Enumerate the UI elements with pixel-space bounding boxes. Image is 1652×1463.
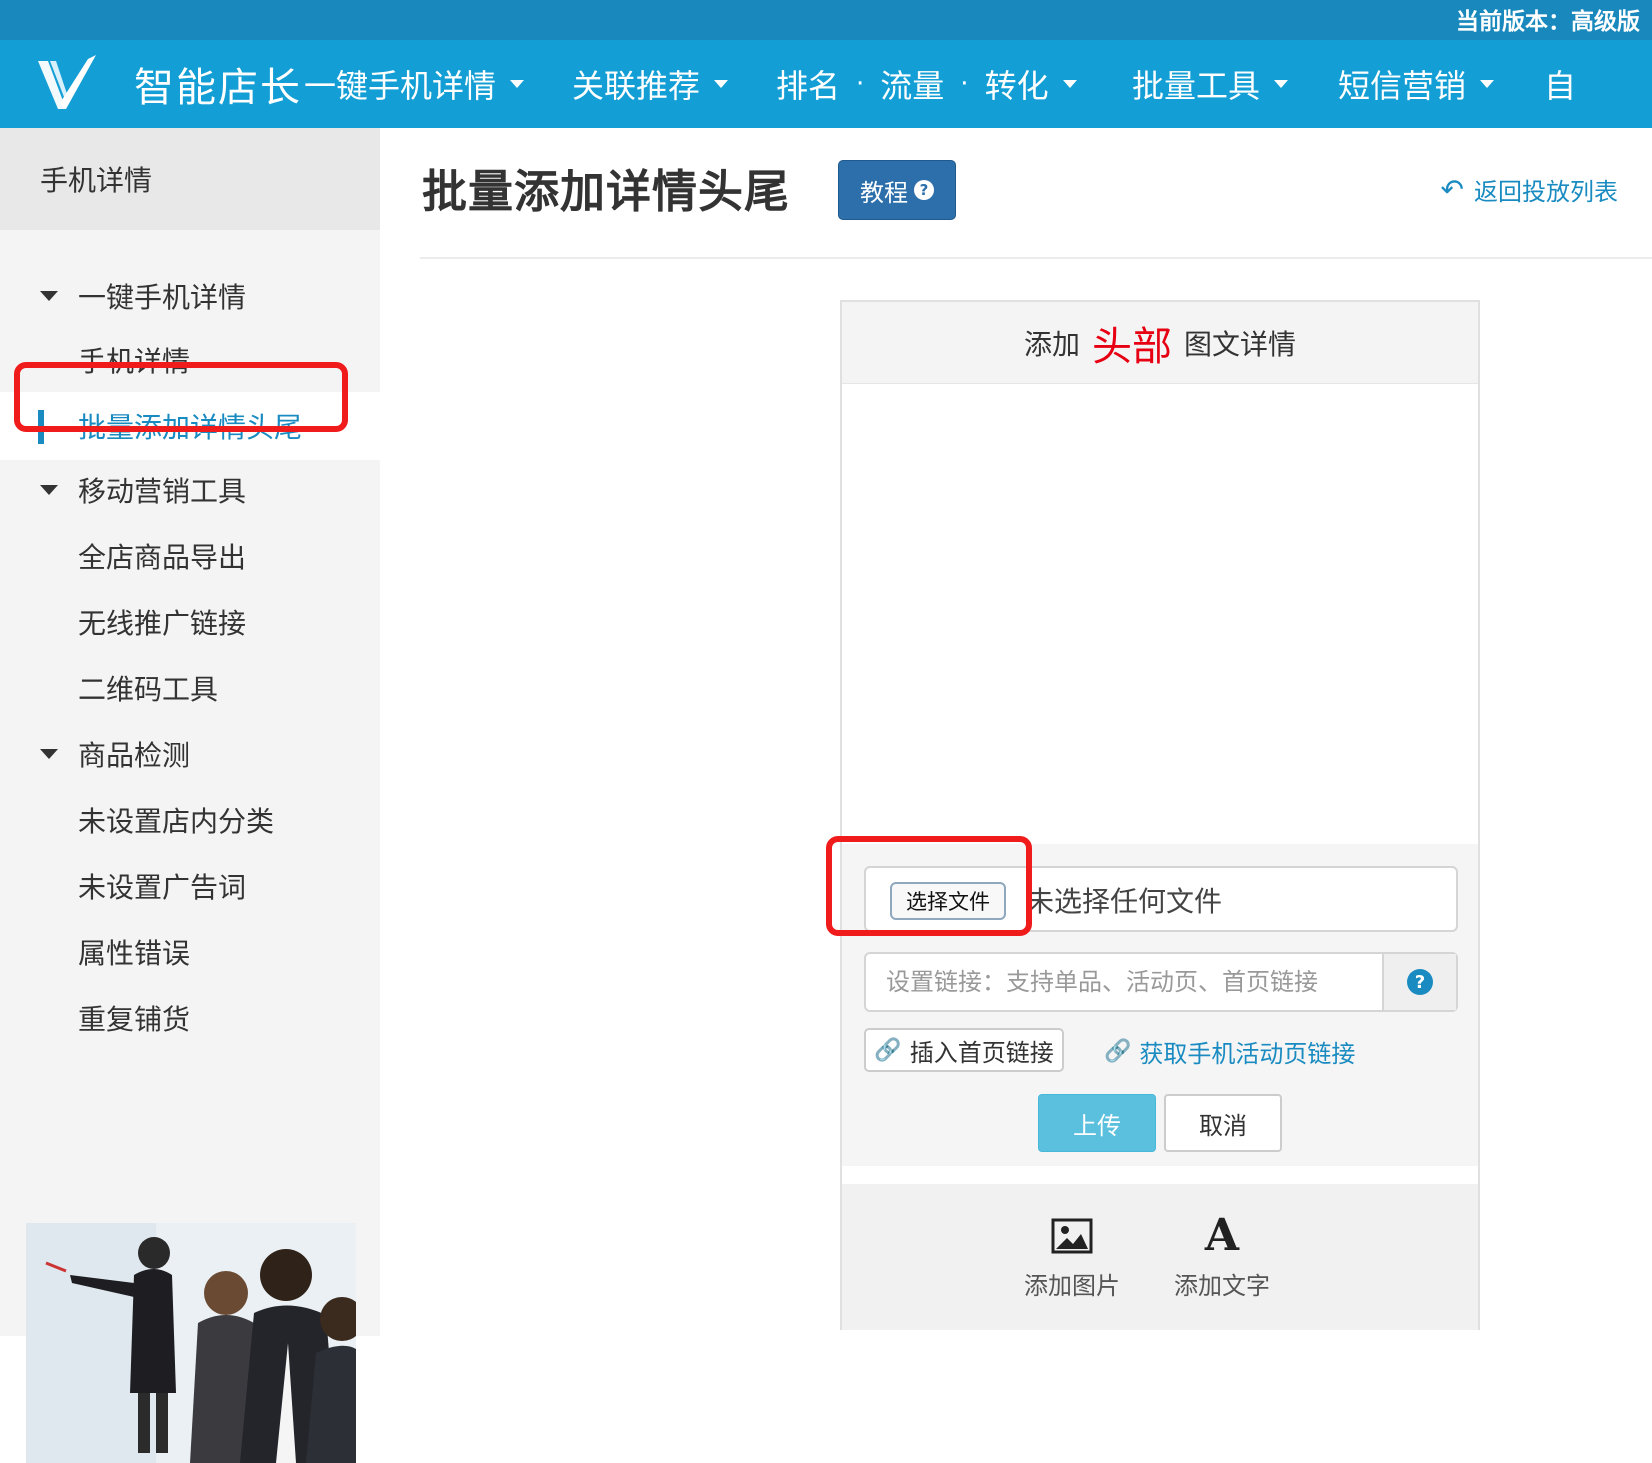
sidebar-item-label: 商品检测: [78, 739, 191, 772]
sidebar-item-wireless-promo-link[interactable]: 无线推广链接: [0, 588, 380, 656]
upload-button[interactable]: 上传: [1038, 1094, 1156, 1152]
add-content-toolbar: 添加图片 A 添加文字: [842, 1184, 1478, 1330]
insert-home-link-button[interactable]: 🔗 插入首页链接: [864, 1028, 1064, 1072]
add-image-button[interactable]: 添加图片: [1022, 1212, 1122, 1301]
tutorial-button[interactable]: 教程 ?: [838, 160, 956, 220]
back-link-label: 返回投放列表: [1474, 178, 1618, 206]
get-activity-link-label: 获取手机活动页链接: [1139, 1040, 1356, 1068]
panel-heading-prefix: 添加: [1023, 327, 1080, 361]
add-text-label: 添加文字: [1174, 1272, 1270, 1300]
nav-one-click-mobile-detail[interactable]: 一键手机详情: [304, 40, 525, 128]
sidebar-promo-image[interactable]: [26, 1223, 356, 1463]
font-icon: A: [1204, 1210, 1240, 1261]
nav-more-truncated[interactable]: 自: [1544, 40, 1576, 128]
caret-down-icon: [1274, 80, 1289, 88]
presentation-photo-icon: [26, 1223, 356, 1463]
sidebar-item-label: 无线推广链接: [78, 607, 247, 640]
nav-separator: ·: [960, 69, 969, 99]
sidebar-group-mobile-marketing[interactable]: 移动营销工具: [0, 456, 380, 524]
nav-sms-marketing[interactable]: 短信营销: [1338, 40, 1495, 128]
sidebar-item-label: 未设置店内分类: [78, 805, 275, 838]
top-strip: 当前版本：高级版: [0, 0, 1652, 40]
image-icon: [1022, 1212, 1122, 1260]
sidebar-item-export-products[interactable]: 全店商品导出: [0, 522, 380, 590]
sidebar-highlight-box: [14, 362, 348, 432]
nav-label: 自: [1544, 67, 1577, 105]
question-circle-icon: ?: [914, 180, 934, 200]
sidebar-item-no-ad-words[interactable]: 未设置广告词: [0, 852, 380, 920]
brand-name: 智能店长: [134, 65, 302, 111]
panel-heading-suffix: 图文详情: [1184, 327, 1297, 361]
panel-heading-emphasis: 头部: [1092, 323, 1172, 370]
question-circle-icon: ?: [1407, 969, 1433, 995]
tutorial-label: 教程: [860, 178, 908, 207]
page-title: 批量添加详情头尾: [422, 165, 791, 218]
link-input[interactable]: [866, 954, 1384, 1010]
insert-home-link-label: 插入首页链接: [909, 1038, 1054, 1067]
caret-down-icon: [714, 80, 729, 88]
caret-down-icon: [510, 80, 525, 88]
sidebar-item-label: 重复铺货: [78, 1003, 191, 1036]
nav-label: 流量: [880, 67, 945, 105]
nav-label: 关联推荐: [572, 67, 701, 105]
cancel-button[interactable]: 取消: [1164, 1094, 1282, 1152]
nav-label: 排名: [776, 67, 841, 105]
main-navbar: 智能店长 一键手机详情 关联推荐 排名 · 流量 · 转化 批量工具 短信营销 …: [0, 40, 1652, 128]
title-divider: [420, 257, 1652, 259]
sidebar-item-label: 属性错误: [78, 937, 191, 970]
sidebar-title: 手机详情: [0, 128, 380, 230]
panel-heading: 添加 头部 图文详情: [842, 302, 1478, 384]
sidebar-group-product-check[interactable]: 商品检测: [0, 720, 380, 788]
nav-label: 短信营销: [1338, 67, 1467, 105]
link-input-group: ?: [864, 952, 1458, 1012]
triangle-down-icon: [40, 485, 58, 495]
triangle-down-icon: [40, 291, 58, 301]
get-activity-link[interactable]: 🔗 获取手机活动页链接: [1104, 1034, 1355, 1069]
back-to-list-link[interactable]: ↶ 返回投放列表: [1441, 172, 1618, 207]
nav-label: 一键手机详情: [304, 67, 497, 105]
sidebar: 手机详情 一键手机详情 手机详情 批量添加详情头尾 移动营销工具 全店商品导出 …: [0, 128, 380, 1463]
nav-related-recommend[interactable]: 关联推荐: [572, 40, 729, 128]
nav-batch-tools[interactable]: 批量工具: [1132, 40, 1289, 128]
sidebar-item-label: 未设置广告词: [78, 871, 247, 904]
sidebar-group-one-click-detail[interactable]: 一键手机详情: [0, 262, 380, 330]
brand-logo-icon: [38, 55, 96, 109]
sidebar-item-label: 一键手机详情: [78, 281, 247, 314]
sidebar-item-label: 移动营销工具: [78, 475, 247, 508]
file-status-text: 未选择任何文件: [1026, 885, 1223, 918]
sidebar-item-duplicate-listing[interactable]: 重复铺货: [0, 984, 380, 1052]
nav-ranking-traffic-conversion[interactable]: 排名 · 流量 · 转化: [776, 40, 1077, 128]
add-text-button[interactable]: A 添加文字: [1172, 1212, 1272, 1301]
sidebar-item-attribute-error[interactable]: 属性错误: [0, 918, 380, 986]
nav-label: 批量工具: [1132, 67, 1261, 105]
add-image-label: 添加图片: [1024, 1272, 1120, 1300]
sidebar-item-label: 全店商品导出: [78, 541, 247, 574]
caret-down-icon: [1062, 80, 1077, 88]
triangle-down-icon: [40, 749, 58, 759]
version-label: 当前版本：高级版: [1456, 9, 1640, 35]
link-help-button[interactable]: ?: [1382, 954, 1456, 1010]
sidebar-item-no-shop-category[interactable]: 未设置店内分类: [0, 786, 380, 854]
link-icon: 🔗: [874, 1037, 902, 1063]
brand[interactable]: 智能店长: [36, 52, 302, 116]
reply-arrow-icon: ↶: [1440, 173, 1464, 206]
file-button-highlight-box: [826, 836, 1032, 936]
sidebar-item-qrcode-tool[interactable]: 二维码工具: [0, 654, 380, 722]
nav-label: 转化: [984, 67, 1049, 105]
link-icon: 🔗: [1104, 1039, 1132, 1064]
sidebar-item-label: 二维码工具: [78, 673, 219, 706]
nav-separator: ·: [856, 69, 865, 99]
head-detail-panel: 添加 头部 图文详情 选择文件 未选择任何文件 ? 🔗 插入首页链接 🔗 获取手…: [840, 300, 1480, 1330]
caret-down-icon: [1480, 80, 1495, 88]
